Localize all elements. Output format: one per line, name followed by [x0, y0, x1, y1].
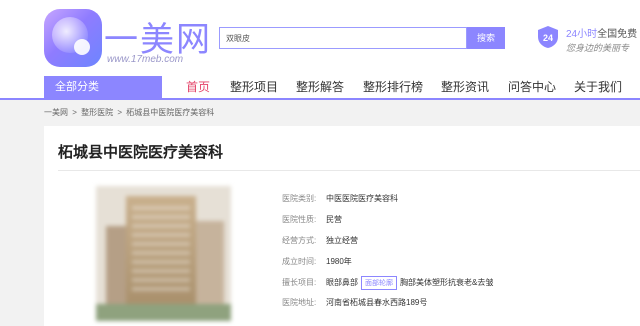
info-type: 医院类别: 中医医院医疗美容科 [282, 193, 398, 204]
header: 一美网 www.17meb.com 搜索 24 24小时全国免费 您身边的美丽专 [0, 0, 640, 76]
logo-dot [74, 39, 90, 55]
nav-item-home[interactable]: 首页 [186, 78, 210, 95]
service-title-highlight: 24小时 [566, 29, 598, 40]
service-subtitle: 您身边的美丽专 [566, 43, 630, 53]
search-input[interactable] [226, 31, 456, 45]
hospital-photo [96, 186, 231, 321]
specialty-text: 胸部美体塑形抗衰老&去皱 [400, 278, 494, 288]
info-mode: 经营方式: 独立经营 [282, 235, 358, 246]
all-categories-button[interactable]: 全部分类 [44, 76, 162, 100]
specialty-text: 眼部鼻部 [326, 278, 358, 288]
info-specialty: 擅长项目: 眼部鼻部 面部轮廓 胸部美体塑形抗衰老&去皱 [282, 276, 493, 290]
hospital-panel: 柘城县中医院医疗美容科 医院类别: 中医医院医疗美容科 医院性质: 民营 经营方式:… [44, 126, 640, 326]
breadcrumb: 一美网 > 整形医院 > 柘城县中医院医疗美容科 [44, 107, 216, 118]
info-value: 1980年 [326, 257, 352, 266]
info-value: 民营 [326, 215, 342, 224]
info-label: 成立时间: [282, 257, 317, 266]
hospital-title: 柘城县中医院医疗美容科 [58, 144, 224, 161]
breadcrumb-home[interactable]: 一美网 [44, 108, 68, 117]
24h-service-icon: 24 [538, 26, 558, 48]
main-nav: 全部分类 首页 整形项目 整形解答 整形排行榜 整形资讯 问答中心 关于我们 [0, 76, 640, 100]
info-label: 医院类别: [282, 194, 317, 203]
nav-item-about[interactable]: 关于我们 [574, 78, 622, 95]
nav-item-news[interactable]: 整形资讯 [441, 78, 489, 95]
info-founded: 成立时间: 1980年 [282, 256, 352, 267]
breadcrumb-current: 柘城县中医院医疗美容科 [126, 108, 215, 117]
svg-text:24: 24 [543, 33, 553, 43]
info-nature: 医院性质: 民营 [282, 214, 342, 225]
specialty-tag[interactable]: 面部轮廓 [361, 276, 397, 290]
info-label: 经营方式: [282, 236, 317, 245]
nav-item-qa-center[interactable]: 问答中心 [508, 78, 556, 95]
info-value: 中医医院医疗美容科 [326, 194, 398, 203]
breadcrumb-hospitals[interactable]: 整形医院 [81, 108, 113, 117]
info-label: 擅长项目: [282, 278, 317, 288]
service-title-rest: 全国免费 [597, 29, 638, 40]
info-label: 医院地址: [282, 298, 317, 307]
divider [58, 170, 640, 171]
nav-item-projects[interactable]: 整形项目 [230, 78, 278, 95]
info-value: 河南省柘城县春水西路189号 [326, 298, 428, 307]
nav-item-ranking[interactable]: 整形排行榜 [363, 78, 423, 95]
breadcrumb-separator: > [117, 108, 123, 117]
logo-url: www.17meb.com [107, 54, 184, 65]
info-value: 独立经营 [326, 236, 358, 245]
search-button[interactable]: 搜索 [467, 27, 505, 49]
breadcrumb-separator: > [72, 108, 77, 117]
service-title: 24小时全国免费 [566, 25, 637, 40]
info-label: 医院性质: [282, 215, 317, 224]
search-box[interactable] [219, 27, 467, 49]
nav-item-answers[interactable]: 整形解答 [296, 78, 344, 95]
info-address: 医院地址: 河南省柘城县春水西路189号 [282, 297, 427, 308]
logo-icon[interactable] [44, 9, 102, 67]
